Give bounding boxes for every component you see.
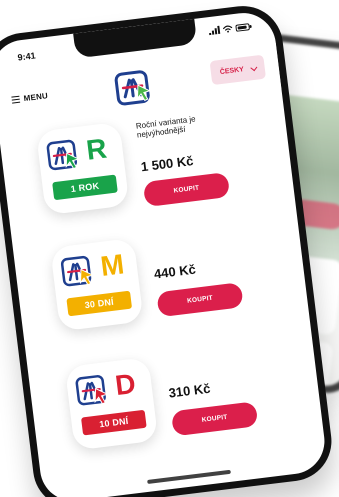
product-details: 310 Kč KOUPIT (164, 344, 259, 437)
product-price: 440 Kč (153, 261, 197, 282)
product-letter: R (84, 132, 109, 166)
phone-frame: 9:41 MENU ČESKY R 1 ROK Roční varianta j… (0, 1, 337, 497)
highway-cursor-icon (60, 255, 95, 287)
product-price: 310 Kč (167, 380, 212, 401)
status-time: 9:41 (17, 50, 37, 63)
chevron-down-icon (250, 63, 258, 71)
mobile-app-mockup: 9:41 MENU ČESKY R 1 ROK Roční varianta j… (0, 0, 339, 497)
product-ten-days: D 10 DNÍ 310 Kč KOUPIT (28, 337, 326, 483)
product-month-icon-card: M 30 DNÍ (50, 237, 144, 332)
product-letter: M (98, 248, 126, 282)
language-selector[interactable]: ČESKY (209, 54, 267, 86)
brand-logo-icon[interactable] (113, 66, 155, 108)
product-duration-badge: 10 DNÍ (80, 409, 147, 436)
product-letter: D (113, 367, 138, 402)
product-year-icon-card: R 1 ROK (35, 121, 130, 216)
menu-label: MENU (23, 91, 49, 104)
menu-button[interactable]: MENU (11, 91, 48, 104)
buy-button[interactable]: KOUPIT (142, 171, 231, 208)
language-label: ČESKY (219, 65, 245, 76)
product-ten-days-icon-card: D 10 DNÍ (64, 356, 159, 451)
battery-icon (235, 23, 251, 32)
product-price: 1 500 Kč (139, 153, 195, 175)
best-value-note: Roční varianta je nejvýhodnější (135, 114, 197, 141)
highway-cursor-icon (75, 375, 109, 406)
status-icons (208, 22, 251, 36)
phone-notch (73, 18, 198, 59)
phone-screen: 9:41 MENU ČESKY R 1 ROK Roční varianta j… (0, 9, 329, 497)
signal-icon (208, 25, 221, 36)
highway-cursor-icon (46, 139, 80, 171)
wifi-icon (223, 25, 233, 33)
product-duration-badge: 30 DNÍ (66, 290, 133, 317)
product-duration-badge: 1 ROK (52, 174, 118, 201)
hamburger-menu-icon (11, 96, 20, 104)
product-details: Roční varianta je nejvýhodnější 1 500 Kč… (135, 109, 231, 208)
buy-button[interactable]: KOUPIT (170, 401, 259, 437)
buy-button[interactable]: KOUPIT (156, 282, 244, 318)
home-indicator (147, 469, 231, 484)
